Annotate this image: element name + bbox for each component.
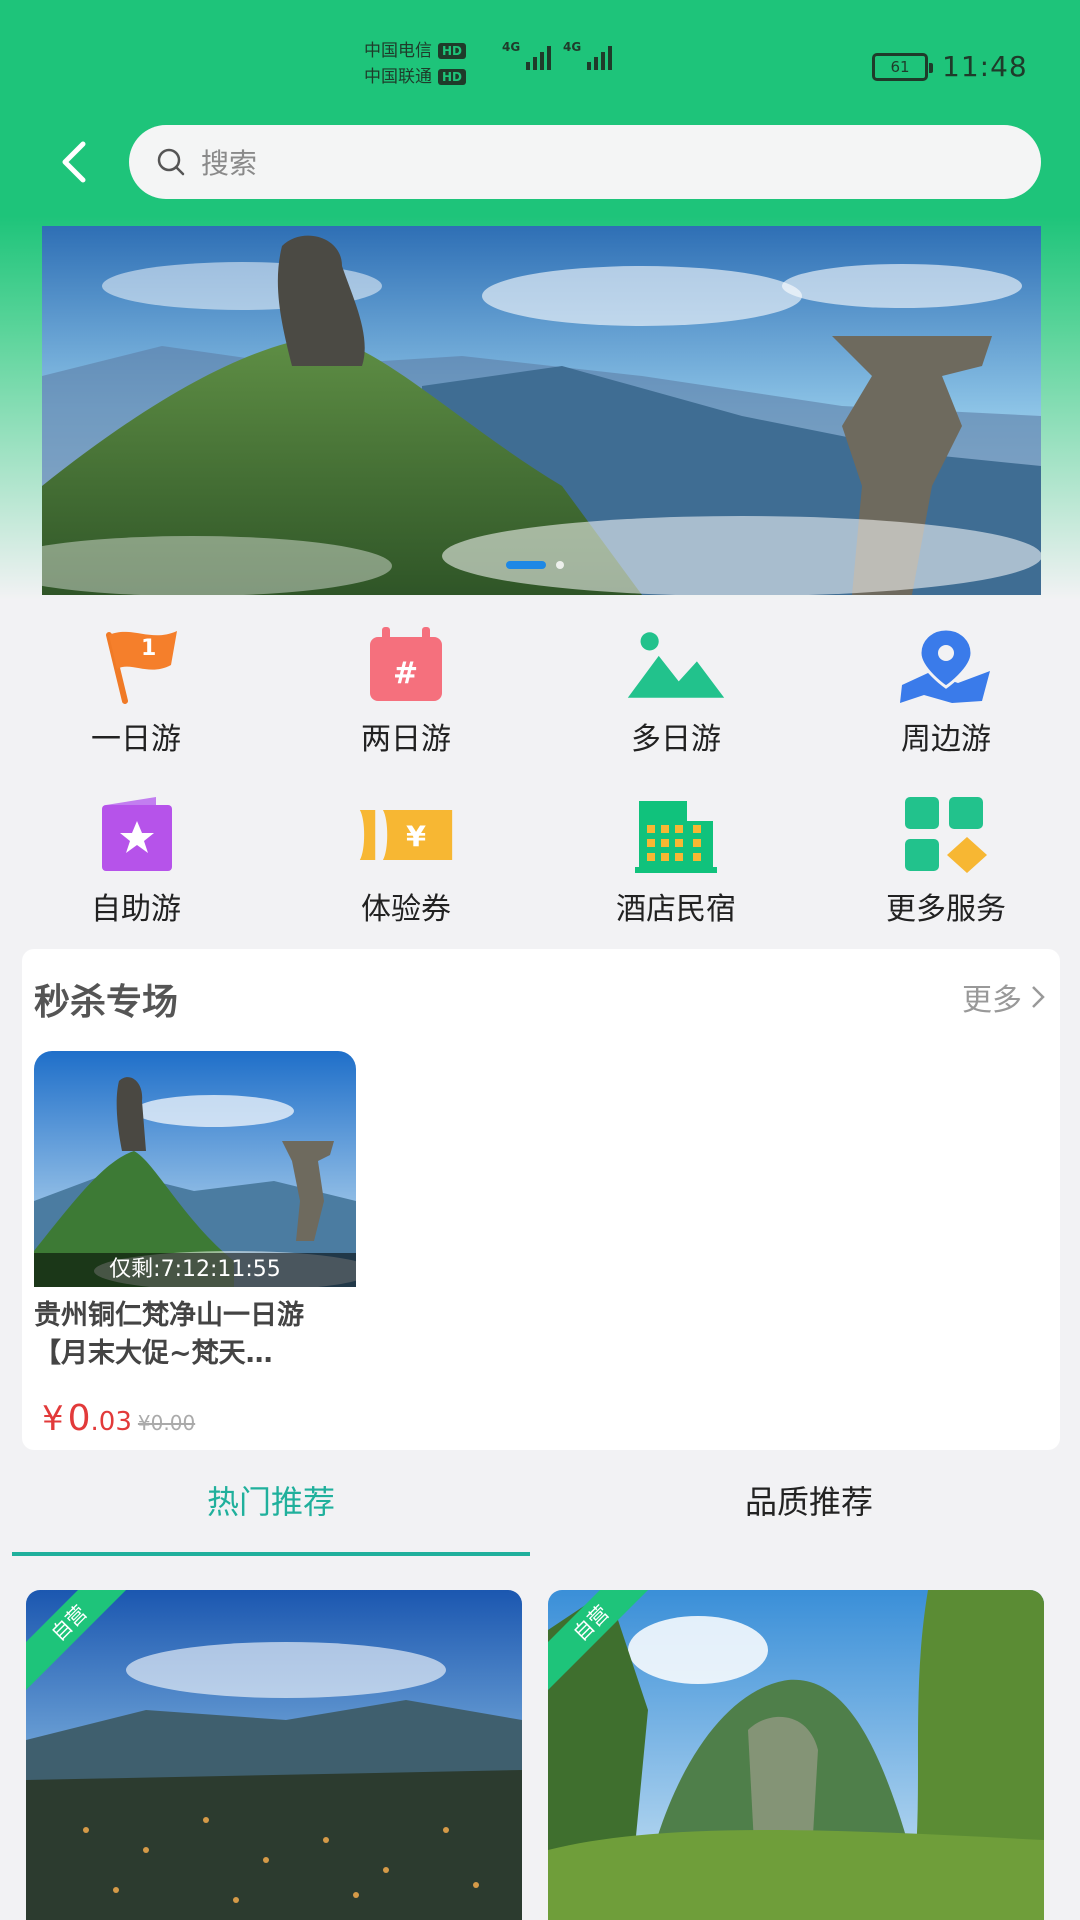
category-voucher[interactable]: ¥ 体验券 (306, 790, 506, 928)
category-hotel[interactable]: 酒店民宿 (576, 790, 776, 928)
price-currency: ¥ (42, 1399, 64, 1439)
clock: 11:48 (942, 50, 1028, 83)
countdown-timer: 仅剩:7:12:11:55 (34, 1253, 356, 1287)
category-label: 两日游 (361, 722, 451, 757)
flash-sale-item-name: 贵州铜仁梵净山一日游【月末大促~梵天… (34, 1300, 304, 1369)
flash-sale-title: 秒杀专场 (34, 982, 179, 1023)
category-label: 更多服务 (886, 892, 1006, 927)
tab-quality[interactable]: 品质推荐 (550, 1470, 1068, 1558)
mountain-icon (627, 632, 725, 698)
product-card[interactable]: 自营 (26, 1590, 522, 1920)
svg-text:#: # (393, 656, 418, 691)
carousel-dot-active[interactable] (506, 561, 546, 569)
flash-sale-item[interactable]: 仅剩:7:12:11:55 贵州铜仁梵净山一日游【月末大促~梵天… (34, 1051, 356, 1373)
status-bar: 中国电信 HD 中国联通 HD 4G 4G 61 11:48 (0, 0, 1080, 110)
flash-sale-section: 秒杀专场 更多 仅剩:7:12:11:55 贵州铜仁梵净山一日游【月末大促~梵天… (22, 949, 1060, 1450)
search-input[interactable]: 搜索 (129, 125, 1041, 199)
back-button[interactable] (50, 138, 98, 186)
banner-image (42, 226, 1041, 595)
recommend-tabs: 热门推荐 品质推荐 (12, 1470, 1068, 1558)
flash-sale-price: ¥ 0 .03 ¥0.00 (42, 1398, 195, 1439)
product-card[interactable]: 自营 (548, 1590, 1044, 1920)
network-type: 4G (563, 40, 582, 54)
category-multi-day[interactable]: 多日游 (576, 620, 776, 758)
star-card-icon (102, 797, 172, 871)
signal-icons: 4G 4G (502, 40, 612, 70)
original-price: ¥0.00 (137, 1411, 196, 1435)
hd-badge: HD (438, 69, 467, 85)
flag-icon: 1 (106, 631, 177, 704)
map-pin-icon (900, 627, 990, 703)
category-self-guided[interactable]: 自助游 (36, 790, 236, 928)
hotel-icon (635, 801, 717, 873)
product-image (34, 1051, 356, 1287)
carrier-1: 中国电信 (364, 41, 432, 61)
search-icon (157, 148, 185, 176)
signal-icon: 4G (502, 40, 551, 70)
product-image (548, 1590, 1044, 1920)
category-label: 一日游 (91, 722, 181, 757)
price-integer: 0 (67, 1398, 91, 1439)
category-nearby[interactable]: 周边游 (846, 620, 1046, 758)
network-type: 4G (502, 40, 521, 54)
category-label: 自助游 (91, 892, 181, 927)
product-image (26, 1590, 522, 1920)
more-link[interactable]: 更多 (962, 975, 1046, 1019)
category-day-trip[interactable]: 1 一日游 (36, 620, 236, 758)
tab-active-indicator (12, 1552, 530, 1556)
carousel-dot[interactable] (556, 561, 564, 569)
battery-level: 61 (890, 57, 910, 76)
banner-carousel[interactable] (42, 226, 1041, 595)
more-label: 更多 (962, 983, 1022, 1018)
back-arrow-icon (62, 141, 86, 183)
carrier-2: 中国联通 (364, 67, 432, 87)
flash-sale-item-image: 仅剩:7:12:11:55 (34, 1051, 356, 1287)
search-placeholder: 搜索 (201, 147, 258, 180)
signal-icon: 4G (563, 40, 612, 70)
carrier-info: 中国电信 HD 中国联通 HD (364, 38, 467, 90)
calendar-icon: # (370, 627, 442, 701)
category-label: 多日游 (631, 722, 721, 757)
category-label: 酒店民宿 (616, 892, 736, 927)
price-decimal: .03 (90, 1407, 132, 1437)
grid-icon (905, 797, 987, 873)
coupon-icon: ¥ (359, 810, 453, 860)
hd-badge: HD (438, 43, 467, 59)
battery-icon: 61 (872, 52, 933, 81)
tab-hot[interactable]: 热门推荐 (12, 1470, 530, 1558)
svg-text:1: 1 (141, 636, 156, 661)
category-label: 体验券 (361, 892, 451, 927)
svg-text:¥: ¥ (406, 820, 426, 854)
chevron-right-icon (1032, 986, 1045, 1008)
category-two-day[interactable]: # 两日游 (306, 620, 506, 758)
category-more-services[interactable]: 更多服务 (846, 790, 1046, 928)
category-label: 周边游 (901, 722, 991, 757)
carousel-indicator (506, 561, 564, 569)
